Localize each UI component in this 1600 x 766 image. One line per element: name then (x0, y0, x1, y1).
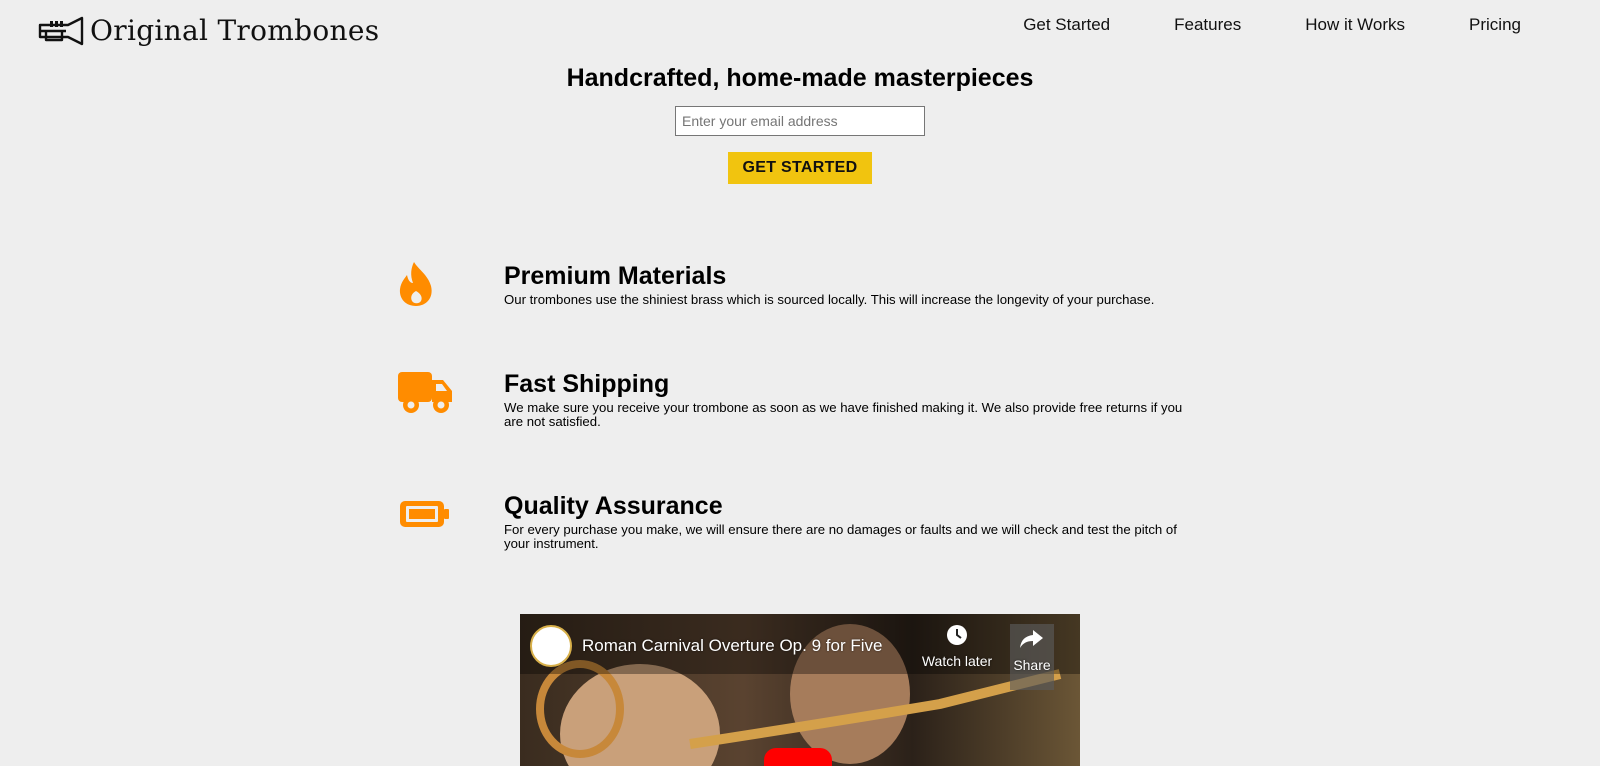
truck-icon (398, 372, 452, 413)
watch-later-button[interactable]: Watch later (918, 624, 996, 669)
feature-title: Quality Assurance (504, 492, 723, 520)
feature-description: Our trombones use the shiniest brass whi… (504, 292, 1155, 307)
email-input[interactable] (675, 106, 925, 136)
video-embed[interactable]: Roman Carnival Overture Op. 9 for Five .… (520, 614, 1080, 766)
fire-icon (399, 262, 432, 306)
site-header: Original Trombones Get Started Features … (0, 0, 1600, 62)
nav-item-how-it-works[interactable]: How it Works (1305, 14, 1405, 36)
share-button[interactable]: Share (1010, 624, 1054, 690)
nav-item-get-started[interactable]: Get Started (1023, 14, 1110, 36)
nav-item-pricing[interactable]: Pricing (1469, 14, 1521, 36)
share-icon (1020, 630, 1043, 648)
clock-icon (947, 625, 967, 645)
play-button[interactable] (764, 748, 832, 766)
feature-title: Premium Materials (504, 262, 727, 290)
share-label: Share (1013, 657, 1051, 673)
hero-title: Handcrafted, home-made masterpieces (566, 64, 1034, 92)
battery-icon (400, 501, 449, 527)
watch-later-label: Watch later (921, 653, 993, 669)
video-title[interactable]: Roman Carnival Overture Op. 9 for Five .… (582, 635, 882, 657)
feature-description: For every purchase you make, we will ens… (504, 522, 1177, 551)
feature-description: We make sure you receive your trombone a… (504, 400, 1183, 429)
nav-item-features[interactable]: Features (1174, 14, 1241, 36)
brand-logo[interactable]: Original Trombones (38, 14, 379, 48)
trombone-icon (38, 16, 84, 46)
brand-name: Original Trombones (90, 14, 380, 47)
main-nav: Get Started Features How it Works Pricin… (959, 14, 1521, 36)
get-started-button[interactable]: GET STARTED (728, 152, 872, 184)
feature-title: Fast Shipping (504, 370, 670, 398)
channel-avatar[interactable] (530, 625, 572, 667)
